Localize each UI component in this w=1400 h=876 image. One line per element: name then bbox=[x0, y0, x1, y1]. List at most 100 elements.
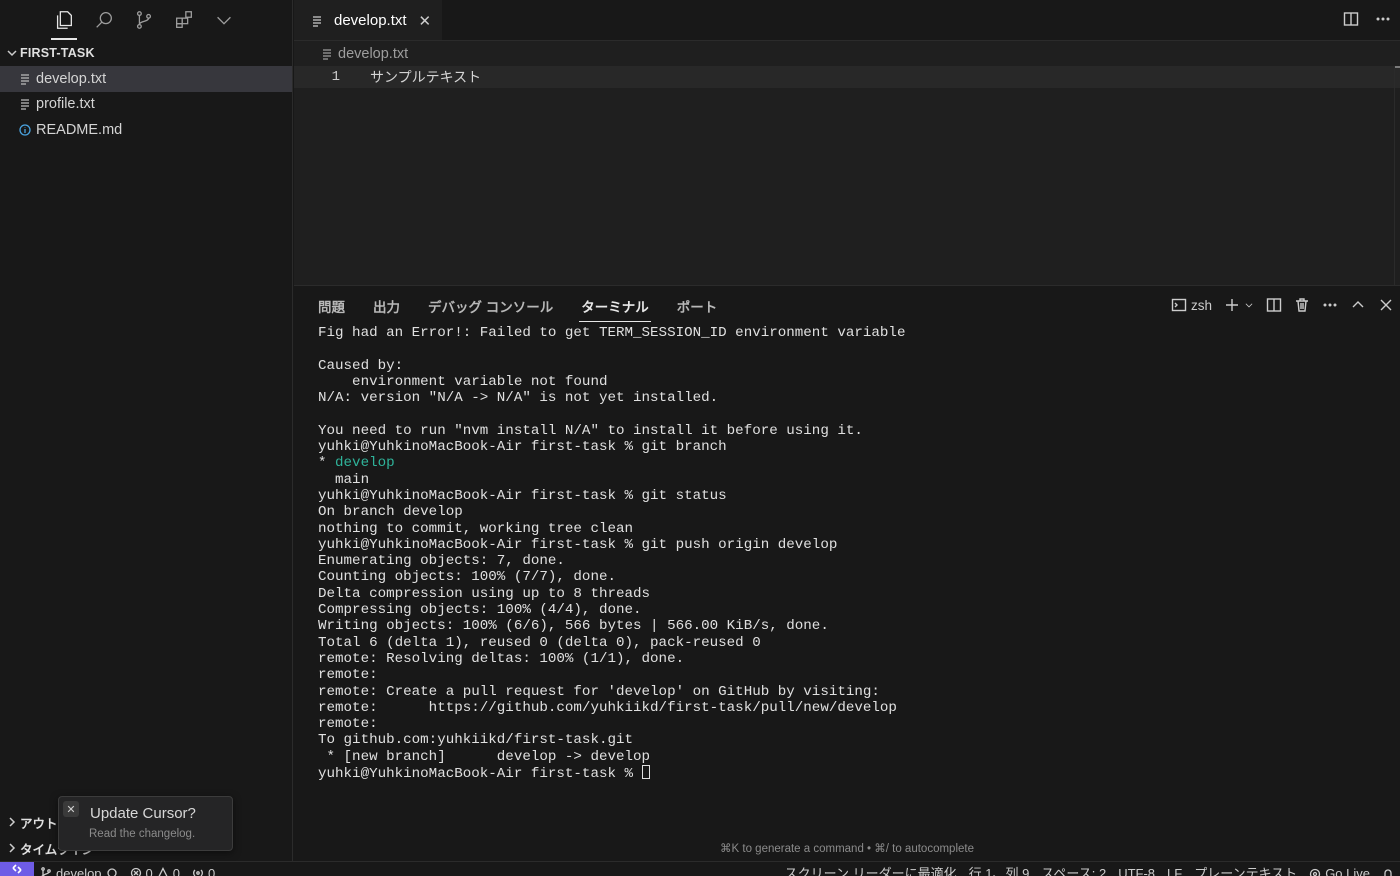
tab-label: develop.txt bbox=[334, 12, 407, 29]
explorer-file-develop[interactable]: develop.txt bbox=[0, 66, 292, 92]
breadcrumb[interactable]: develop.txt bbox=[294, 41, 1400, 66]
chevron-down-icon[interactable] bbox=[204, 0, 244, 40]
notification-title: Update Cursor? bbox=[90, 805, 196, 822]
source-control-icon[interactable] bbox=[124, 0, 164, 40]
status-bar: develop 0 0 0 スクリーン リーダーに最適化 行 1、列 9 スペー… bbox=[0, 861, 1400, 876]
explorer-files-icon[interactable] bbox=[44, 0, 84, 40]
extensions-icon[interactable] bbox=[164, 0, 204, 40]
plus-icon bbox=[1226, 299, 1238, 311]
terminal-hint: ⌘K to generate a command • ⌘/ to autocom… bbox=[720, 843, 974, 855]
tab-debug-console[interactable]: デバッグ コンソール bbox=[428, 286, 553, 325]
ports-count: 0 bbox=[208, 865, 216, 876]
terminal-line: You need to run "nvm install N/A" to ins… bbox=[318, 422, 863, 439]
terminal-line: remote: Create a pull request for 'devel… bbox=[318, 683, 880, 700]
terminal-line: Counting objects: 100% (7/7), done. bbox=[318, 569, 616, 586]
terminal-line: yuhki@YuhkinoMacBook-Air first-task % bbox=[318, 765, 1400, 782]
go-live-label: Go Live bbox=[1325, 866, 1370, 876]
broadcast-icon bbox=[193, 869, 203, 876]
breadcrumb-file[interactable]: develop.txt bbox=[338, 46, 408, 62]
remote-indicator[interactable] bbox=[0, 862, 34, 876]
editor-scrollbar[interactable] bbox=[1394, 66, 1400, 285]
code-line[interactable]: 1 サンプルテキスト bbox=[294, 66, 1400, 88]
chevron-right-icon bbox=[4, 840, 20, 856]
editor-tabbar: develop.txt ✕ bbox=[294, 0, 1400, 41]
activity-bar bbox=[0, 0, 292, 40]
editor-actions bbox=[1342, 10, 1392, 28]
terminal-line: N/A: version "N/A -> N/A" is not yet ins… bbox=[318, 390, 719, 407]
chevron-up-icon[interactable] bbox=[1350, 296, 1366, 314]
more-actions-icon[interactable] bbox=[1374, 10, 1392, 28]
search-icon[interactable] bbox=[84, 0, 124, 40]
terminal-line: To github.com:yuhkiikd/first-task.git bbox=[318, 732, 634, 749]
go-live-button[interactable]: Go Live bbox=[1303, 862, 1376, 876]
terminal-line: remote: bbox=[318, 667, 378, 684]
more-actions-icon[interactable] bbox=[1322, 296, 1338, 314]
notification-link[interactable]: Read the changelog. bbox=[89, 828, 195, 840]
terminal-line: environment variable not found bbox=[318, 373, 608, 390]
problems-indicator[interactable]: 0 0 bbox=[124, 862, 186, 876]
terminal-line: * develop bbox=[318, 455, 395, 472]
terminal-line: yuhki@YuhkinoMacBook-Air first-task % gi… bbox=[318, 439, 727, 456]
text-file-icon bbox=[18, 97, 32, 111]
terminal-line: Compressing objects: 100% (4/4), done. bbox=[318, 602, 642, 619]
terminal-shell-selector[interactable]: zsh bbox=[1171, 296, 1212, 314]
explorer-file-profile[interactable]: profile.txt bbox=[0, 92, 292, 118]
editor-tab-develop[interactable]: develop.txt ✕ bbox=[294, 0, 442, 40]
error-icon bbox=[130, 867, 141, 876]
terminal-line: remote: Resolving deltas: 100% (1/1), do… bbox=[318, 650, 685, 667]
go-live-icon bbox=[1310, 868, 1321, 876]
close-icon[interactable]: ✕ bbox=[63, 801, 79, 817]
chevron-right-icon bbox=[4, 814, 20, 830]
explorer-folder-title: FIRST-TASK bbox=[20, 46, 95, 60]
tab-terminal[interactable]: ターミナル bbox=[579, 286, 651, 325]
split-editor-icon[interactable] bbox=[1342, 10, 1360, 28]
line-content[interactable]: サンプルテキスト bbox=[370, 67, 481, 87]
text-file-icon bbox=[18, 72, 32, 86]
file-label: README.md bbox=[36, 121, 123, 138]
bottom-panel: 問題 出力 デバッグ コンソール ターミナル ポート zsh Fig had a… bbox=[294, 285, 1400, 861]
branch-indicator[interactable]: develop bbox=[34, 862, 124, 876]
terminal-line: remote: bbox=[318, 716, 378, 733]
screen-reader-mode[interactable]: スクリーン リーダーに最適化 bbox=[779, 862, 963, 876]
chevron-down-icon bbox=[1245, 303, 1253, 308]
terminal-cursor bbox=[641, 765, 650, 780]
file-label: profile.txt bbox=[36, 96, 95, 113]
text-file-icon bbox=[320, 47, 334, 61]
end-of-line[interactable]: LF bbox=[1161, 862, 1188, 876]
close-icon[interactable]: ✕ bbox=[419, 12, 432, 30]
indentation[interactable]: スペース: 2 bbox=[1035, 862, 1112, 876]
terminal-output[interactable]: Fig had an Error!: Failed to get TERM_SE… bbox=[294, 325, 1400, 782]
cursor-position[interactable]: 行 1、列 9 bbox=[963, 862, 1036, 876]
terminal-line: yuhki@YuhkinoMacBook-Air first-task % gi… bbox=[318, 487, 727, 504]
ports-indicator[interactable]: 0 bbox=[186, 862, 221, 876]
terminal-line: main bbox=[318, 471, 370, 488]
tab-problems[interactable]: 問題 bbox=[318, 286, 345, 325]
update-notification[interactable]: ✕ Update Cursor? Read the changelog. bbox=[58, 796, 233, 851]
branch-name: develop bbox=[56, 865, 102, 876]
trash-icon[interactable] bbox=[1294, 296, 1310, 314]
shell-label: zsh bbox=[1190, 297, 1212, 313]
terminal-line: Caused by: bbox=[318, 357, 404, 374]
split-terminal-icon[interactable] bbox=[1266, 296, 1282, 314]
remote-icon bbox=[12, 864, 22, 874]
terminal-line: nothing to commit, working tree clean bbox=[318, 520, 634, 537]
tab-output[interactable]: 出力 bbox=[373, 286, 400, 325]
terminal-line: Delta compression using up to 8 threads bbox=[318, 585, 651, 602]
terminal-line: * [new branch] develop -> develop bbox=[318, 748, 651, 765]
close-icon[interactable] bbox=[1378, 296, 1394, 314]
encoding[interactable]: UTF-8 bbox=[1112, 862, 1161, 876]
tab-ports[interactable]: ポート bbox=[677, 286, 718, 325]
editor-area: develop.txt ✕ develop.txt 1 サンプルテキスト bbox=[294, 0, 1400, 285]
explorer-folder-header[interactable]: FIRST-TASK bbox=[0, 40, 292, 66]
language-mode[interactable]: プレーンテキスト bbox=[1188, 862, 1303, 876]
branch-icon bbox=[41, 867, 51, 876]
status-bar-right: スクリーン リーダーに最適化 行 1、列 9 スペース: 2 UTF-8 LF … bbox=[779, 862, 1400, 876]
error-count: 0 bbox=[145, 865, 153, 876]
explorer-file-readme[interactable]: README.md bbox=[0, 117, 292, 143]
terminal-line: Total 6 (delta 1), reused 0 (delta 0), p… bbox=[318, 634, 761, 651]
new-terminal-button[interactable] bbox=[1224, 296, 1254, 314]
line-number: 1 bbox=[331, 69, 340, 85]
terminal-line: yuhki@YuhkinoMacBook-Air first-task % gi… bbox=[318, 536, 838, 553]
notifications-bell-icon[interactable] bbox=[1376, 862, 1400, 876]
